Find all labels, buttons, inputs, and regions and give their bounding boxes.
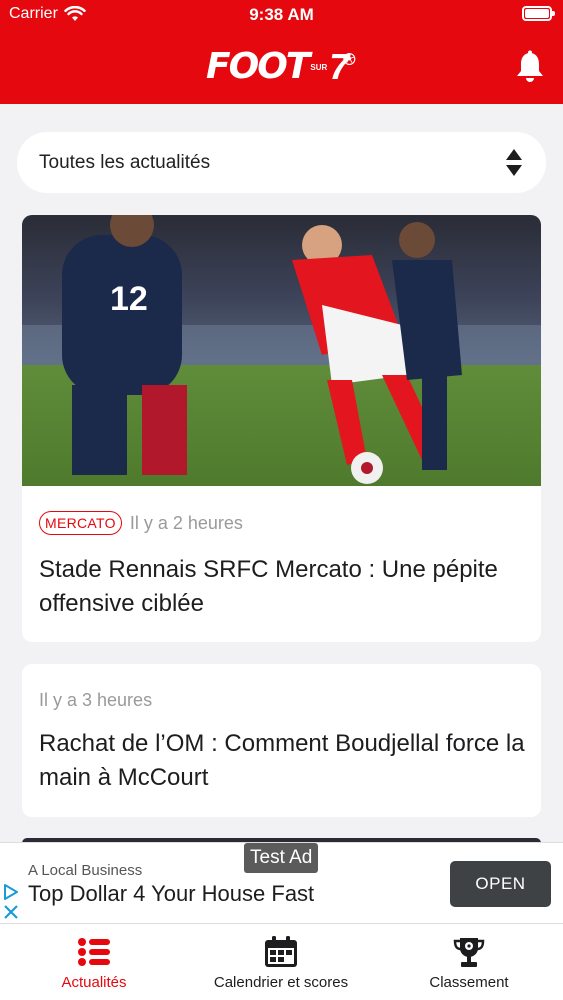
- article-time: Il y a 2 heures: [129, 512, 243, 533]
- status-bar: Carrier 9:38 AM: [0, 0, 563, 32]
- tab-ranking-label: Classement: [429, 974, 509, 991]
- soccer-ball-icon: [343, 52, 356, 66]
- ad-banner[interactable]: Test Ad A Local Business Top Dollar 4 Yo…: [0, 842, 563, 924]
- bell-icon[interactable]: [514, 50, 546, 84]
- category-badge: MERCATO: [39, 511, 122, 535]
- close-icon[interactable]: [3, 904, 19, 920]
- battery-icon: [522, 6, 555, 21]
- test-ad-badge: Test Ad: [244, 843, 319, 873]
- sort-arrows-icon: [506, 149, 522, 176]
- article-time: Il y a 3 heures: [39, 690, 153, 710]
- app-header: Carrier 9:38 AM FOOT SUR 7: [0, 0, 563, 104]
- tab-news-label: Actualités: [61, 974, 127, 991]
- ad-open-button[interactable]: OPEN: [450, 861, 551, 907]
- article-image: 12: [22, 215, 541, 486]
- tab-calendar[interactable]: Calendrier et scores: [196, 924, 366, 1000]
- trophy-icon: [453, 938, 485, 967]
- tab-calendar-label: Calendrier et scores: [213, 974, 349, 991]
- app-logo: FOOT SUR 7: [206, 44, 356, 90]
- logo-small-text: SUR: [310, 62, 328, 72]
- article-meta: MERCATO Il y a 2 heures: [39, 511, 243, 535]
- adchoices-icon[interactable]: [3, 883, 19, 901]
- list-icon: [78, 938, 110, 966]
- article-meta: Il y a 3 heures: [39, 690, 152, 711]
- calendar-icon: [265, 936, 297, 967]
- status-time: 9:38 AM: [249, 5, 314, 24]
- news-filter-value: Toutes les actualités: [39, 151, 211, 173]
- article-card[interactable]: Il y a 3 heures Rachat de l’OM : Comment…: [22, 664, 541, 817]
- ad-headline: Top Dollar 4 Your House Fast: [28, 881, 315, 906]
- svg-text:12: 12: [110, 280, 148, 318]
- tab-ranking[interactable]: Classement: [414, 924, 524, 1000]
- ad-advertiser: A Local Business: [28, 862, 143, 879]
- tab-news[interactable]: Actualités: [44, 924, 144, 1000]
- app-screen: Carrier 9:38 AM FOOT SUR 7 Toutes les ac…: [0, 0, 563, 1000]
- tab-bar: Actualités Calendrier et scores Classeme…: [0, 924, 563, 1000]
- article-card[interactable]: 12 MERCATO Il y a 2 heures Stade Rennais…: [22, 215, 541, 642]
- article-title: Rachat de l’OM : Comment Boudjellal forc…: [39, 730, 525, 791]
- news-filter-select[interactable]: Toutes les actualités: [17, 132, 546, 193]
- logo-main-text: FOOT: [206, 46, 310, 87]
- article-title: Stade Rennais SRFC Mercato : Une pépite …: [39, 556, 498, 617]
